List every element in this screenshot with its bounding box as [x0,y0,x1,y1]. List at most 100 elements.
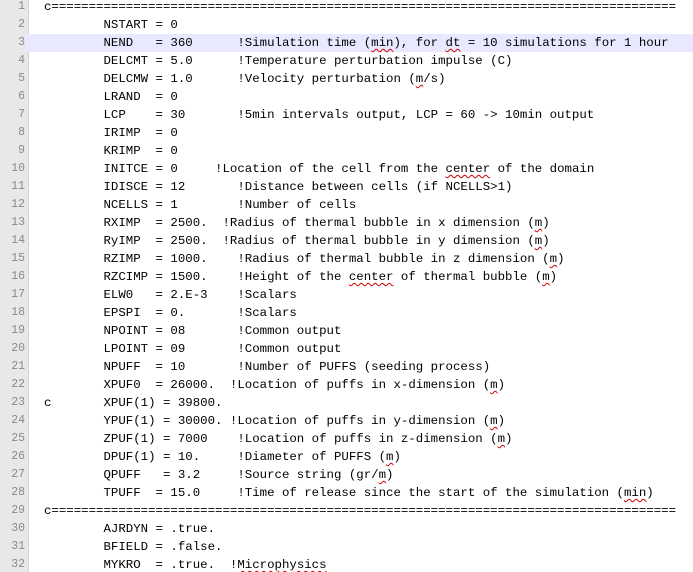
code-area[interactable]: 1 c======================================… [0,0,693,572]
code-line-text[interactable]: LPOINT = 09 !Common output [44,340,341,358]
code-line[interactable]: 17 ELW0 = 2.E-3 !Scalars [0,286,693,304]
code-line[interactable]: 7 LCP = 30 !5min intervals output, LCP =… [0,106,693,124]
code-line-text[interactable]: RZIMP = 1000. !Radius of thermal bubble … [44,250,564,268]
code-line[interactable]: 31 BFIELD = .false. [0,538,693,556]
code-line-text[interactable]: IRIMP = 0 [44,124,178,142]
line-number: 9 [0,142,25,160]
code-line-text[interactable]: DELCMT = 5.0 !Temperature perturbation i… [44,52,512,70]
code-line-text[interactable]: NPUFF = 10 !Number of PUFFS (seeding pro… [44,358,490,376]
code-text: TPUFF = 15.0 !Time of release since the … [44,486,624,500]
code-line-text[interactable]: RXIMP = 2500. !Radius of thermal bubble … [44,214,549,232]
code-text: /s) [423,72,446,86]
code-text: of the domain [490,162,595,176]
line-number: 16 [0,268,25,286]
code-line-text[interactable]: RZCIMP = 1500. !Height of the center of … [44,268,557,286]
code-line[interactable]: 27 QPUFF = 3.2 !Source string (gr/m) [0,466,693,484]
spellcheck-word: center [445,162,491,176]
line-number: 31 [0,538,25,556]
code-line-text[interactable]: c XPUF(1) = 39800. [44,394,222,412]
code-line[interactable]: 9 KRIMP = 0 [0,142,693,160]
code-line[interactable]: 21 NPUFF = 10 !Number of PUFFS (seeding … [0,358,693,376]
code-line-text[interactable]: BFIELD = .false. [44,538,222,556]
code-line-text[interactable]: KRIMP = 0 [44,142,178,160]
line-number: 10 [0,160,25,178]
code-line[interactable]: 13 RXIMP = 2500. !Radius of thermal bubb… [0,214,693,232]
code-text: LCP = 30 !5min intervals output, LCP = 6… [44,108,595,122]
line-number: 26 [0,448,25,466]
code-line-text[interactable]: NSTART = 0 [44,16,177,34]
code-line-text[interactable]: RyIMP = 2500. !Radius of thermal bubble … [44,232,549,250]
code-text: c=======================================… [44,0,677,14]
code-line-text[interactable]: QPUFF = 3.2 !Source string (gr/m) [44,466,393,484]
code-line[interactable]: 2 NSTART = 0 [0,16,693,34]
code-text: RXIMP = 2500. !Radius of thermal bubble … [44,216,535,230]
code-line[interactable]: 15 RZIMP = 1000. !Radius of thermal bubb… [0,250,693,268]
code-line-text[interactable]: ZPUF(1) = 7000 !Location of puffs in z-d… [44,430,512,448]
code-line[interactable]: 4 DELCMT = 5.0 !Temperature perturbation… [0,52,693,70]
code-editor[interactable]: 1 c======================================… [0,0,693,572]
code-line-text[interactable]: c=======================================… [44,502,676,520]
code-text: XPUF0 = 26000. !Location of puffs in x-d… [44,378,491,392]
code-text: NPOINT = 08 !Common output [44,324,342,338]
code-line[interactable]: 19 NPOINT = 08 !Common output [0,322,693,340]
line-number: 28 [0,484,25,502]
code-line[interactable]: 22 XPUF0 = 26000. !Location of puffs in … [0,376,693,394]
code-line-text[interactable]: NCELLS = 1 !Number of cells [44,196,356,214]
line-number: 8 [0,124,25,142]
code-line-text[interactable]: YPUF(1) = 30000. !Location of puffs in y… [44,412,505,430]
spellcheck-word: m [497,432,506,446]
code-line[interactable]: 23 c XPUF(1) = 39800. [0,394,693,412]
code-line-text[interactable]: INITCE = 0 !Location of the cell from th… [44,160,594,178]
code-line-text[interactable]: TPUFF = 15.0 !Time of release since the … [44,484,653,502]
line-number: 32 [0,556,25,572]
code-line-text[interactable]: c=======================================… [44,0,676,16]
line-number: 12 [0,196,25,214]
code-line[interactable]: 3 NEND = 360 !Simulation time (min), for… [0,34,693,52]
code-line-text[interactable]: NEND = 360 !Simulation time (min), for d… [44,34,669,52]
code-line-text[interactable]: AJRDYN = .true. [44,520,215,538]
code-line-text[interactable]: DELCMW = 1.0 !Velocity perturbation (m/s… [44,70,446,88]
code-line-text[interactable]: ELW0 = 2.E-3 !Scalars [44,286,296,304]
code-line[interactable]: 18 EPSPI = 0. !Scalars [0,304,693,322]
code-line[interactable]: 32 MYKRO = .true. !Microphysics [0,556,693,572]
code-line[interactable]: 10 INITCE = 0 !Location of the cell from… [0,160,693,178]
code-line-text[interactable]: NPOINT = 08 !Common output [44,322,341,340]
code-line-text[interactable]: IDISCE = 12 !Distance between cells (if … [44,178,512,196]
code-line[interactable]: 16 RZCIMP = 1500. !Height of the center … [0,268,693,286]
code-line-text[interactable]: XPUF0 = 26000. !Location of puffs in x-d… [44,376,505,394]
code-line-text[interactable]: EPSPI = 0. !Scalars [44,304,296,322]
code-text: AJRDYN = .true. [44,522,216,536]
code-text: ) [549,270,558,284]
line-number: 6 [0,88,25,106]
code-line[interactable]: 6 LRAND = 0 [0,88,693,106]
code-line[interactable]: 12 NCELLS = 1 !Number of cells [0,196,693,214]
code-line[interactable]: 8 IRIMP = 0 [0,124,693,142]
code-line[interactable]: 26 DPUF(1) = 10. !Diameter of PUFFS (m) [0,448,693,466]
code-line-text[interactable]: LCP = 30 !5min intervals output, LCP = 6… [44,106,594,124]
code-line[interactable]: 20 LPOINT = 09 !Common output [0,340,693,358]
code-line[interactable]: 14 RyIMP = 2500. !Radius of thermal bubb… [0,232,693,250]
code-text: IRIMP = 0 [44,126,178,140]
code-line[interactable]: 28 TPUFF = 15.0 !Time of release since t… [0,484,693,502]
code-line[interactable]: 29 c=====================================… [0,502,693,520]
code-line[interactable]: 24 YPUF(1) = 30000. !Location of puffs i… [0,412,693,430]
spellcheck-word: center [348,270,394,284]
code-line[interactable]: 25 ZPUF(1) = 7000 !Location of puffs in … [0,430,693,448]
code-line[interactable]: 11 IDISCE = 12 !Distance between cells (… [0,178,693,196]
line-number: 14 [0,232,25,250]
code-line[interactable]: 5 DELCMW = 1.0 !Velocity perturbation (m… [0,70,693,88]
code-line-text[interactable]: MYKRO = .true. !Microphysics [44,556,326,572]
line-number: 13 [0,214,25,232]
code-text: NPUFF = 10 !Number of PUFFS (seeding pro… [44,360,491,374]
spellcheck-word: min [371,36,394,50]
code-line-text[interactable]: LRAND = 0 [44,88,177,106]
code-line-text[interactable]: DPUF(1) = 10. !Diameter of PUFFS (m) [44,448,400,466]
line-number: 25 [0,430,25,448]
code-line[interactable]: 1 c======================================… [0,0,693,16]
code-text: RZIMP = 1000. !Radius of thermal bubble … [44,252,550,266]
code-text: KRIMP = 0 [44,144,178,158]
code-line[interactable]: 30 AJRDYN = .true. [0,520,693,538]
line-number: 19 [0,322,25,340]
line-number: 24 [0,412,25,430]
code-text: = 10 simulations for 1 hour [460,36,669,50]
